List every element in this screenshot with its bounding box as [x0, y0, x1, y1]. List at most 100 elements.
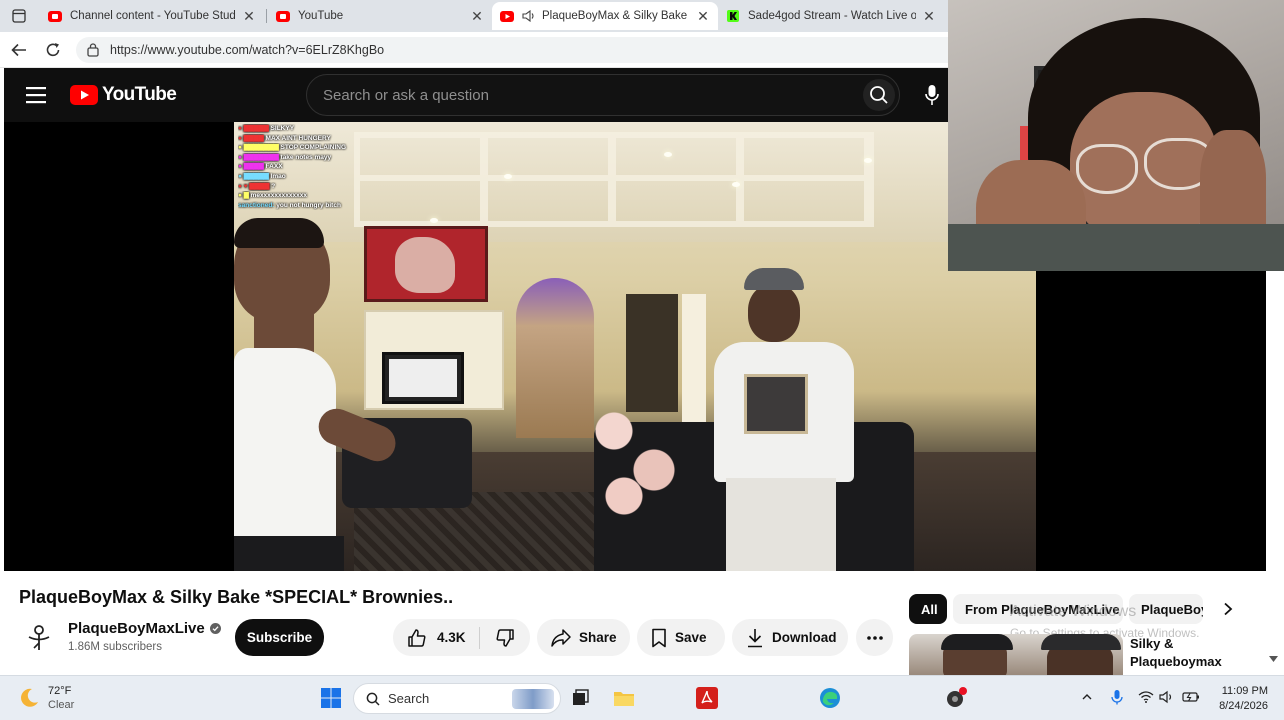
menu-icon[interactable]	[26, 86, 48, 104]
like-dislike-group: 4.3K	[393, 619, 530, 656]
scene-ceiling-grid	[354, 132, 874, 227]
channel-name[interactable]: PlaqueBoyMaxLive	[68, 620, 221, 637]
address-bar: https://www.youtube.com/watch?v=6ELrZ8Kh…	[0, 32, 948, 68]
suggestion-thumbnail[interactable]	[909, 634, 1123, 675]
tab-actions-icon[interactable]	[6, 6, 32, 26]
scene-balloons	[584, 392, 684, 522]
battery-charging-icon	[1182, 692, 1199, 702]
start-button[interactable]	[319, 686, 343, 710]
youtube-logo[interactable]: YouTube	[70, 82, 177, 108]
save-label: Save	[675, 630, 707, 645]
acrobat-button[interactable]	[695, 686, 719, 710]
chevron-up-icon	[1082, 694, 1092, 700]
tab-separator	[266, 9, 267, 23]
activate-windows-watermark: Activate Windows	[1010, 603, 1137, 620]
save-button[interactable]: Save	[637, 619, 725, 656]
video-title: PlaqueBoyMax & Silky Bake *SPECIAL* Brow…	[19, 587, 454, 607]
taskbar-search-label: Search	[388, 691, 430, 706]
search-highlight-image	[512, 689, 554, 709]
chips-next-button[interactable]	[1218, 599, 1238, 619]
tab-title: Sade4god Stream - Watch Live on Kick	[748, 10, 916, 22]
wifi-tray-button[interactable]	[1137, 688, 1155, 706]
chip-plaqueboymax[interactable]: PlaqueBoymax	[1129, 594, 1203, 624]
like-button[interactable]: 4.3K	[393, 619, 479, 656]
thumbs-down-icon	[496, 628, 514, 647]
webcam-overlay	[948, 0, 1284, 271]
close-icon[interactable]: ✕	[696, 8, 710, 25]
wifi-icon	[1138, 691, 1154, 703]
download-button[interactable]: Download	[732, 619, 848, 656]
windows-taskbar: 72°F Clear Search 11:09 PM 8/24/2026	[0, 675, 1284, 720]
youtube-icon	[500, 10, 514, 22]
voice-search-button[interactable]	[916, 78, 948, 112]
dislike-button[interactable]	[480, 619, 530, 656]
file-explorer-button[interactable]	[612, 686, 636, 710]
chat-message: ● ▇ mexxxxxxxxxxxxx	[238, 192, 307, 200]
chat-message: ● ▇▇▇▇▇▇▇ take notes mayy	[238, 153, 332, 161]
task-view-button[interactable]	[569, 686, 593, 710]
close-icon[interactable]: ✕	[922, 8, 936, 25]
webcam-person-shirt	[948, 224, 1284, 271]
show-hidden-icons-button[interactable]	[1078, 688, 1096, 706]
volume-tray-button[interactable]	[1158, 688, 1176, 706]
back-button[interactable]	[8, 40, 30, 60]
search-bar	[306, 74, 900, 116]
weather-widget[interactable]: 72°F Clear	[18, 684, 74, 712]
microphone-icon	[925, 85, 939, 105]
close-icon[interactable]: ✕	[242, 8, 256, 25]
edge-icon	[820, 688, 840, 708]
scroll-down-arrow-icon[interactable]	[1266, 653, 1280, 665]
tab-youtube-studio[interactable]: Channel content - YouTube Studio ✕	[40, 2, 264, 30]
url-bar[interactable]: https://www.youtube.com/watch?v=6ELrZ8Kh…	[76, 37, 948, 63]
browser-tab-strip: Channel content - YouTube Studio ✕ YouTu…	[0, 0, 948, 32]
speaker-icon[interactable]	[522, 10, 536, 22]
youtube-header: YouTube	[4, 68, 948, 122]
volume-icon	[1159, 690, 1172, 704]
more-actions-button[interactable]	[856, 619, 893, 656]
search-input[interactable]	[323, 86, 843, 104]
share-icon	[551, 628, 571, 647]
subscribe-button[interactable]: Subscribe	[235, 619, 324, 656]
battery-tray-button[interactable]	[1182, 688, 1200, 706]
channel-name-text[interactable]: PlaqueBoyMaxLive	[68, 620, 205, 637]
close-icon[interactable]: ✕	[470, 8, 484, 25]
microphone-tray-button[interactable]	[1108, 688, 1126, 706]
task-view-icon	[573, 689, 589, 705]
video-info: PlaqueBoyMax & Silky Bake *SPECIAL* Brow…	[0, 571, 1284, 675]
windows-logo-icon	[321, 688, 341, 708]
reload-icon	[46, 43, 60, 57]
channel-avatar[interactable]	[22, 621, 56, 653]
tab-youtube[interactable]: YouTube ✕	[268, 2, 492, 30]
app-with-notification-button[interactable]	[944, 686, 968, 710]
search-icon	[870, 86, 888, 104]
taskbar-clock[interactable]: 11:09 PM 8/24/2026	[1210, 684, 1268, 714]
clock-date: 8/24/2026	[1219, 700, 1268, 712]
stream-chat-overlay: ● ▇▇▇▇▇ SILKYY ● ▇▇▇▇ MAX AINT HUNGERY ●…	[238, 124, 400, 232]
video-frame[interactable]: ● ▇▇▇▇▇ SILKYY ● ▇▇▇▇ MAX AINT HUNGERY ●…	[234, 122, 1036, 571]
chip-all[interactable]: All	[909, 594, 947, 624]
weather-description: Clear	[48, 699, 75, 711]
folder-icon	[614, 692, 634, 706]
youtube-wordmark: YouTube	[102, 84, 177, 105]
edge-browser-button[interactable]	[818, 686, 842, 710]
search-button[interactable]	[863, 79, 895, 111]
scene-light	[864, 158, 872, 163]
url-text[interactable]: https://www.youtube.com/watch?v=6ELrZ8Kh…	[110, 43, 384, 57]
scene-person-right	[704, 268, 864, 571]
youtube-icon	[276, 10, 290, 22]
chat-message: ● ▇▇▇▇▇▇▇ STOP COMPLAINING	[238, 144, 347, 152]
scene-archway	[516, 278, 594, 438]
taskbar-search[interactable]: Search	[353, 683, 561, 714]
site-info-icon[interactable]	[86, 43, 100, 57]
youtube-play-icon	[70, 85, 98, 105]
chevron-right-icon	[1224, 602, 1233, 616]
share-button[interactable]: Share	[537, 619, 630, 656]
scene-light	[732, 182, 740, 187]
reload-button[interactable]	[42, 40, 64, 60]
tab-kick-stream[interactable]: Sade4god Stream - Watch Live on Kick ✕	[718, 2, 944, 30]
scene-light	[430, 218, 438, 223]
tab-plaqueboymax-video[interactable]: PlaqueBoyMax & Silky Bake ✕	[492, 2, 718, 30]
suggestion-title[interactable]: Silky & Plaqueboymax	[1130, 635, 1250, 671]
tab-title: Channel content - YouTube Studio	[70, 10, 236, 22]
more-horizontal-icon	[866, 635, 883, 640]
